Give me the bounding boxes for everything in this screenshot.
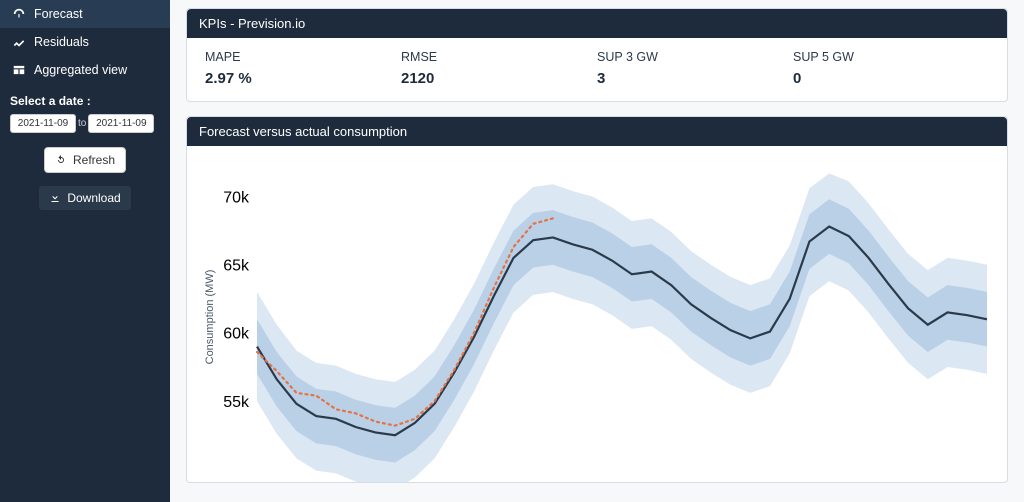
kpi-row: MAPE 2.97 %RMSE 2120SUP 3 GW 3SUP 5 GW 0 [187,38,1007,101]
kpi-value: 0 [793,70,989,87]
dashboard-icon [12,7,26,21]
main-content: KPIs - Prevision.io MAPE2.97 %RMSE2120SU… [170,0,1024,502]
chart-panel-title: Forecast versus actual consumption [187,117,1007,146]
kpi-sup-3-gw: SUP 3 GW 3 [597,50,793,87]
kpi-value: 2120 [401,70,597,87]
ytick-label: 65k [223,257,250,274]
y-axis-label: Consumption (MW) [204,270,216,365]
date-section: Select a date : to Refresh Download [0,84,170,221]
date-inputs: to [10,114,160,133]
date-to-word: to [78,118,86,129]
kpi-mape: MAPE 2.97 % [205,50,401,87]
kpi-panel-title: KPIs - Prevision.io [187,9,1007,38]
date-to-input[interactable] [88,114,154,133]
nav-item-residuals[interactable]: Residuals [0,28,170,56]
nav-item-forecast[interactable]: Forecast [0,0,170,28]
ytick-label: 55k [223,394,250,411]
ytick-label: 60k [223,326,250,343]
ytick-label: 70k [223,189,250,206]
date-from-input[interactable] [10,114,76,133]
table-icon [12,63,26,77]
nav-label: Residuals [34,35,89,49]
kpi-label: MAPE [205,50,401,64]
refresh-label: Refresh [73,153,115,167]
kpi-rmse: RMSE 2120 [401,50,597,87]
download-icon [49,192,61,204]
kpi-sup-5-gw: SUP 5 GW 0 [793,50,989,87]
download-button[interactable]: Download [38,185,131,211]
download-label: Download [67,191,120,205]
forecast-chart: 55k 60k 65k 70k Consumption (MW) [195,152,999,482]
kpi-label: RMSE [401,50,597,64]
nav-label: Aggregated view [34,63,127,77]
nav-item-aggregated-view[interactable]: Aggregated view [0,56,170,84]
kpi-value: 3 [597,70,793,87]
refresh-button[interactable]: Refresh [44,147,126,173]
date-label: Select a date : [10,94,160,108]
chart-panel: Forecast versus actual consumption 55k 60… [186,116,1008,483]
residuals-icon [12,35,26,49]
nav-list: Forecast Residuals Aggregated view [0,0,170,84]
kpi-label: SUP 5 GW [793,50,989,64]
nav-label: Forecast [34,7,83,21]
kpi-label: SUP 3 GW [597,50,793,64]
sidebar: Forecast Residuals Aggregated view Select … [0,0,170,502]
kpi-value: 2.97 % [205,70,401,87]
kpi-panel: KPIs - Prevision.io MAPE2.97 %RMSE2120SU… [186,8,1008,102]
refresh-icon [55,154,67,166]
